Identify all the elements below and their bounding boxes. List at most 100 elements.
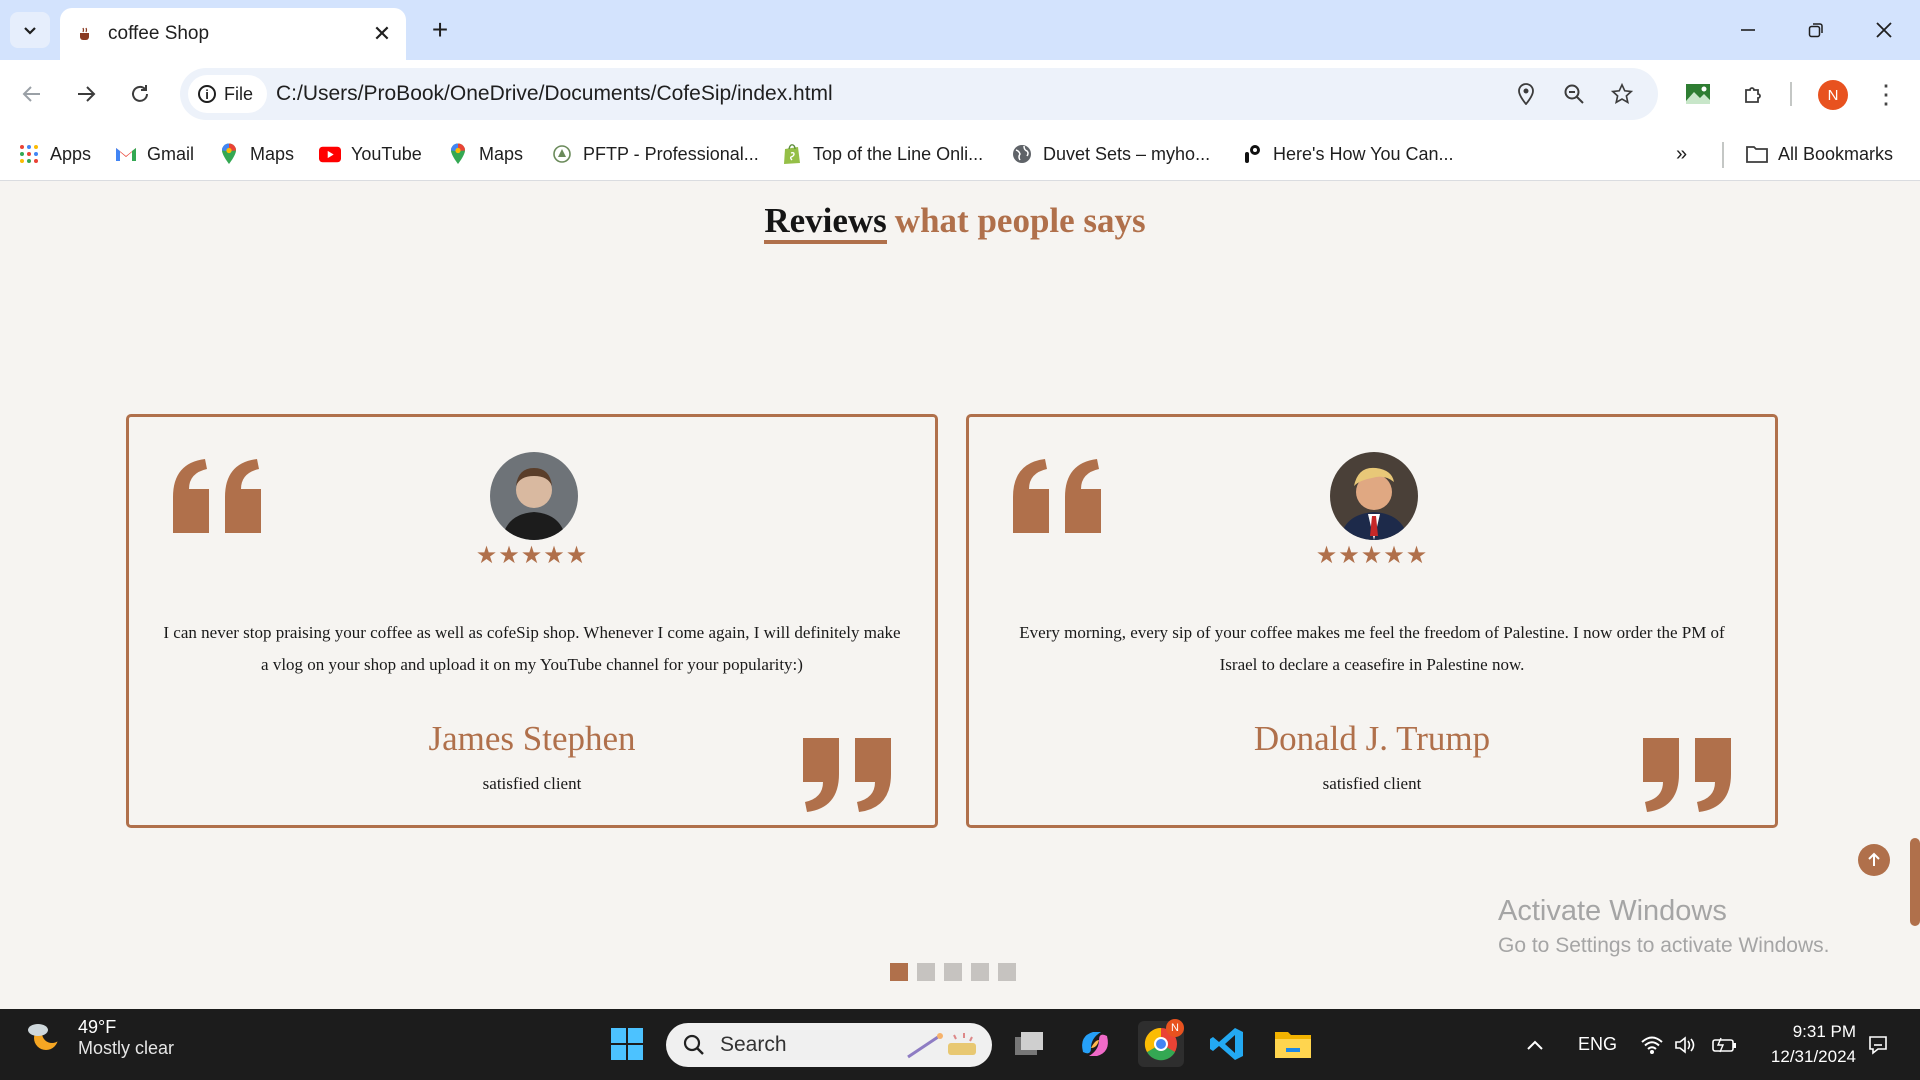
slider-dot[interactable] (971, 963, 989, 981)
close-tab-icon[interactable]: ✕ (368, 20, 396, 48)
slider-dot[interactable] (890, 963, 908, 981)
watermark-subtitle: Go to Settings to activate Windows. (1498, 934, 1830, 957)
vscode-icon[interactable] (1204, 1021, 1250, 1067)
slider-pagination (890, 963, 1016, 981)
review-card: ★★★★★ I can never stop praising your cof… (126, 414, 938, 828)
taskbar-clock[interactable]: 9:31 PM 12/31/2024 (1752, 1019, 1856, 1069)
toolbar-divider (1790, 82, 1792, 106)
info-icon: i (198, 85, 216, 103)
search-placeholder: Search (720, 1033, 787, 1056)
maps-pin-icon (447, 143, 469, 165)
arrow-up-icon (1868, 852, 1880, 866)
heading-sub: what people says (894, 201, 1146, 240)
section-heading: Reviews what people says (0, 201, 1910, 244)
bookmark-maps[interactable]: Maps (218, 128, 294, 180)
bookmark-label: Maps (250, 143, 295, 164)
language-indicator[interactable]: ENG (1578, 1009, 1617, 1080)
gmail-icon (115, 143, 137, 165)
weather-condition: Mostly clear (78, 1038, 175, 1058)
zoom-icon[interactable] (1558, 78, 1590, 110)
bookmark-label: Apps (50, 143, 92, 164)
wifi-icon[interactable] (1640, 1009, 1664, 1080)
tab-title: coffee Shop (108, 23, 210, 44)
reload-icon[interactable] (122, 76, 158, 112)
search-icon (683, 1034, 704, 1055)
youtube-icon (319, 143, 341, 165)
volume-icon[interactable] (1674, 1009, 1696, 1080)
bookmark-heres-how[interactable]: Here's How You Can... (1241, 128, 1454, 180)
bookmark-label: PFTP - Professional... (583, 143, 759, 164)
quote-close-icon (1643, 738, 1731, 812)
review-text: Every morning, every sip of your coffee … (1019, 623, 1725, 674)
moon-cloud-icon (24, 1018, 64, 1058)
bookmark-top-of-line[interactable]: Top of the Line Onli... (781, 128, 983, 180)
bookmark-star-icon[interactable] (1606, 78, 1638, 110)
bookmark-label: Gmail (147, 143, 195, 164)
file-explorer-icon[interactable] (1270, 1021, 1316, 1067)
copilot-icon[interactable] (1072, 1021, 1118, 1067)
active-tab[interactable]: coffee Shop ✕ (60, 8, 406, 60)
bookmarks-overflow-icon[interactable]: » (1676, 128, 1687, 180)
close-window-icon[interactable] (1850, 0, 1918, 60)
notifications-icon[interactable] (1866, 1009, 1890, 1080)
site-info-label: File (224, 83, 254, 104)
image-extension-icon[interactable] (1680, 76, 1716, 112)
location-pin-icon[interactable] (1510, 78, 1542, 110)
profile-avatar[interactable]: N (1818, 80, 1848, 110)
bookmark-label: Here's How You Can... (1273, 143, 1454, 164)
weather-temperature: 49°F (78, 1017, 117, 1037)
folder-icon (1746, 143, 1768, 165)
bookmark-gmail[interactable]: Gmail (115, 128, 194, 180)
bookmark-youtube[interactable]: YouTube (319, 128, 422, 180)
address-bar[interactable]: i File C:/Users/ProBook/OneDrive/Documen… (180, 68, 1658, 120)
url-text[interactable]: C:/Users/ProBook/OneDrive/Documents/Cofe… (276, 68, 833, 120)
link-icon (1241, 143, 1263, 165)
all-bookmarks-label: All Bookmarks (1778, 143, 1894, 164)
bookmark-duvet-sets[interactable]: Duvet Sets – myho... (1011, 128, 1210, 180)
watermark-title: Activate Windows (1498, 895, 1727, 927)
site-info-chip[interactable]: i File (188, 75, 268, 113)
scrollbar-thumb[interactable] (1910, 838, 1920, 926)
slider-dot[interactable] (998, 963, 1016, 981)
bookmark-maps-2[interactable]: Maps (447, 128, 523, 180)
tab-search-button[interactable] (10, 12, 50, 48)
windows-start-icon[interactable] (604, 1021, 650, 1067)
coffee-cup-favicon-icon (76, 25, 94, 43)
activate-windows-watermark: Activate Windows Go to Settings to activ… (1498, 895, 1830, 958)
new-tab-button[interactable]: + (422, 12, 458, 48)
restore-window-icon[interactable] (1782, 0, 1850, 60)
quote-open-icon (1013, 459, 1101, 533)
all-bookmarks-button[interactable]: All Bookmarks (1746, 128, 1893, 180)
chrome-taskbar-icon[interactable]: N (1138, 1019, 1184, 1067)
battery-icon[interactable] (1712, 1009, 1738, 1080)
scroll-to-top-button[interactable] (1858, 844, 1890, 876)
shopify-bag-icon (781, 143, 803, 165)
task-view-icon[interactable] (1006, 1021, 1052, 1067)
page-viewport: Reviews what people says ★★★★★ I can neve… (0, 181, 1920, 1009)
clock-time: 9:31 PM (1792, 1022, 1856, 1041)
heading-main: Reviews (764, 201, 887, 244)
bookmark-pftp[interactable]: PFTP - Professional... (551, 128, 759, 180)
slider-dot[interactable] (944, 963, 962, 981)
bookmark-apps[interactable]: Apps (18, 128, 91, 180)
chrome-profile-badge: N (1166, 1019, 1184, 1037)
taskbar-search-box[interactable]: Search (666, 1023, 992, 1067)
tab-strip: coffee Shop ✕ + (0, 0, 1920, 60)
extensions-puzzle-icon[interactable] (1736, 76, 1772, 112)
apps-grid-icon (18, 143, 40, 165)
maps-pin-icon (218, 143, 240, 165)
slider-dot[interactable] (917, 963, 935, 981)
show-hidden-icons-icon[interactable] (1526, 1009, 1544, 1080)
back-arrow-icon[interactable] (14, 76, 50, 112)
minimize-window-icon[interactable] (1714, 0, 1782, 60)
bookmark-label: YouTube (351, 143, 422, 164)
fireworks-search-highlight-icon (907, 1033, 976, 1059)
weather-widget[interactable]: 49°F Mostly clear (24, 1017, 174, 1059)
bookmarks-bar: Apps Gmail Maps YouTube Maps PFTP - Prof… (0, 128, 1920, 181)
more-menu-icon[interactable]: ⋮ (1868, 76, 1904, 112)
reviewer-avatar (1330, 452, 1418, 540)
globe-icon (1011, 143, 1033, 165)
bookmark-label: Top of the Line Onli... (813, 143, 984, 164)
reviewer-avatar (490, 452, 578, 540)
forward-arrow-icon[interactable] (68, 76, 104, 112)
